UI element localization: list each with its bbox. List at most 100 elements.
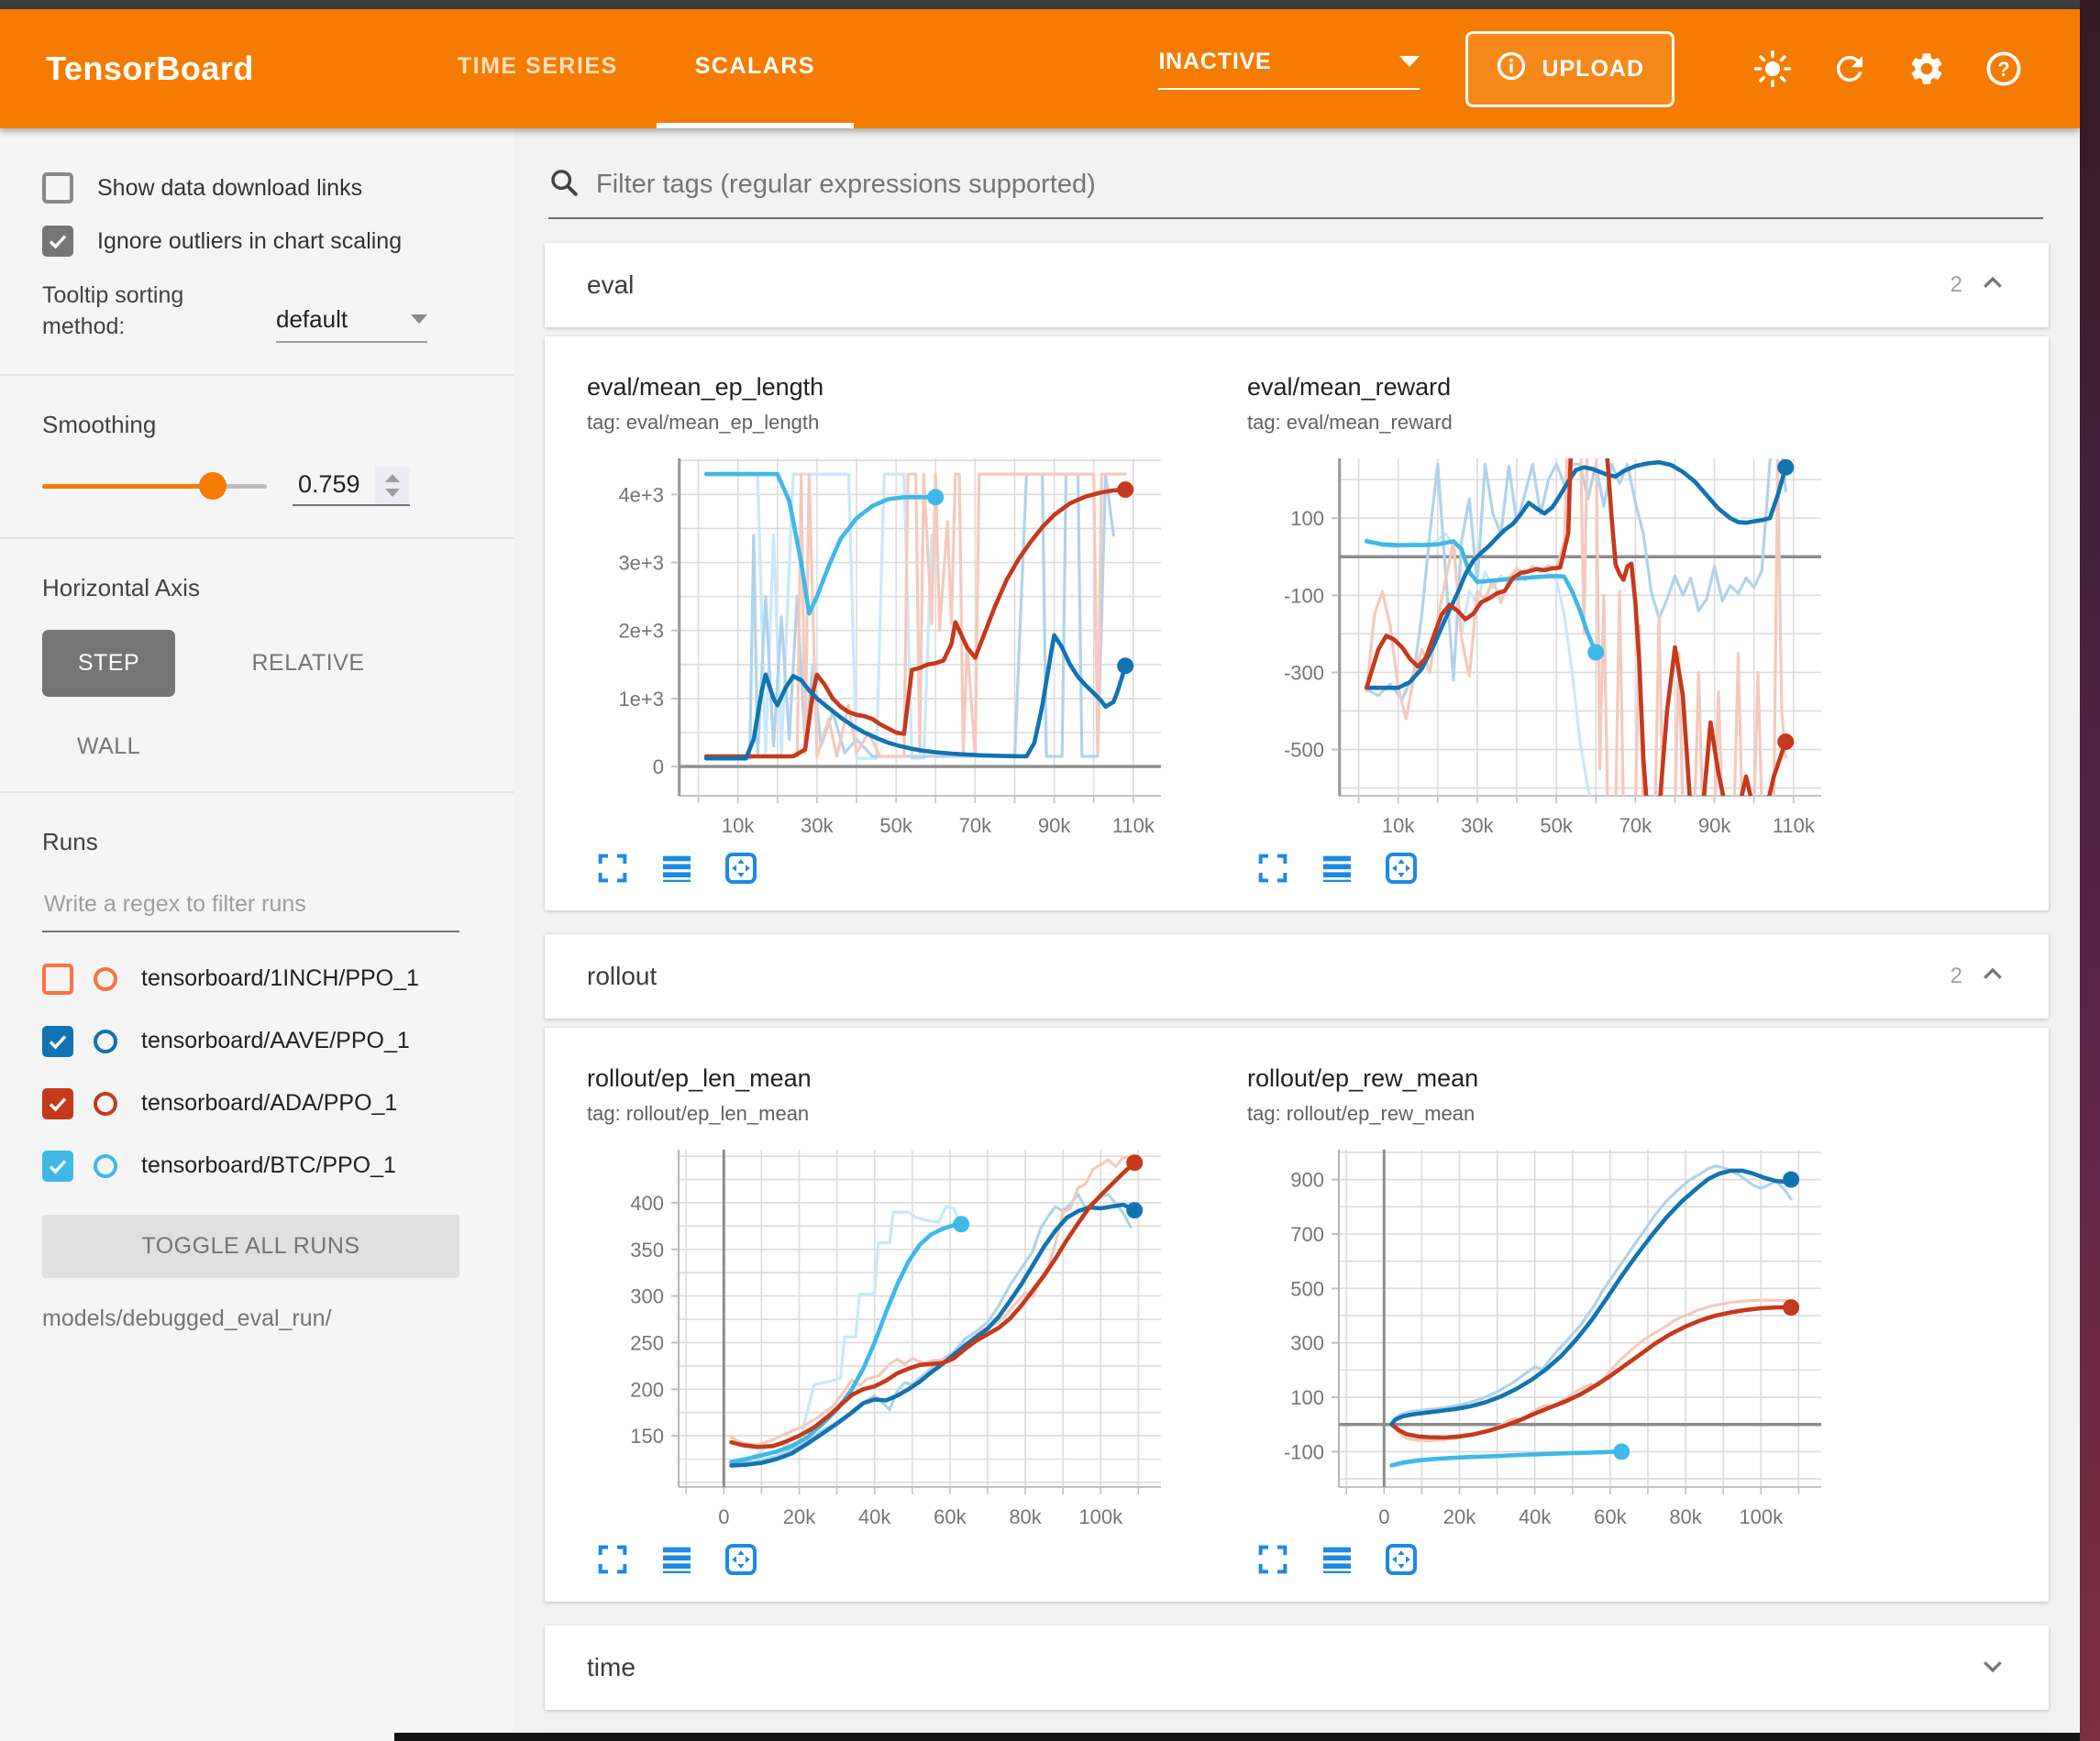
checkbox-label: Show data download links xyxy=(97,175,362,202)
section-count: 2 xyxy=(1951,964,1962,989)
run-checkbox[interactable] xyxy=(42,1088,73,1119)
upload-button[interactable]: UPLOAD xyxy=(1465,31,1674,107)
stepper-up-icon[interactable] xyxy=(385,474,400,482)
chart-card-eval-mean-ep-length: eval/mean_ep_length tag: eval/mean_ep_le… xyxy=(587,373,1174,887)
section-header-time[interactable]: time xyxy=(545,1625,2049,1710)
tooltip-sorting-select[interactable]: default xyxy=(276,305,427,343)
svg-text:-100: -100 xyxy=(1284,1440,1324,1463)
chart-tag: tag: rollout/ep_rew_mean xyxy=(1247,1102,1834,1126)
svg-text:1e+3: 1e+3 xyxy=(618,688,664,711)
runs-list-icon[interactable] xyxy=(658,1541,695,1578)
section-header-eval[interactable]: eval 2 xyxy=(545,243,2049,327)
smoothing-section: Smoothing xyxy=(0,374,514,537)
svg-text:40k: 40k xyxy=(1519,1505,1552,1528)
haxis-step-button[interactable]: STEP xyxy=(42,630,175,697)
chevron-down-icon xyxy=(1399,56,1420,67)
run-row[interactable]: tensorboard/AAVE/PPO_1 xyxy=(42,1026,514,1057)
svg-text:70k: 70k xyxy=(1619,814,1652,837)
toggle-all-runs-button[interactable]: TOGGLE ALL RUNS xyxy=(42,1215,459,1278)
smoothing-input[interactable] xyxy=(293,467,375,504)
runs-filter-input[interactable] xyxy=(42,884,459,932)
section-header-rollout[interactable]: rollout 2 xyxy=(545,934,2049,1019)
desktop-background-strip xyxy=(2080,0,2100,1741)
svg-text:80k: 80k xyxy=(1009,1505,1042,1528)
run-row[interactable]: tensorboard/BTC/PPO_1 xyxy=(42,1151,514,1182)
fit-domain-icon[interactable] xyxy=(1383,850,1420,887)
haxis-relative-button[interactable]: RELATIVE xyxy=(226,650,391,677)
tag-filter-input[interactable] xyxy=(596,170,2043,200)
svg-text:-500: -500 xyxy=(1284,739,1324,762)
chevron-up-icon[interactable] xyxy=(1979,961,2006,993)
runs-list-icon[interactable] xyxy=(1319,850,1355,887)
chevron-up-icon[interactable] xyxy=(1979,270,2006,302)
status-dropdown[interactable]: INACTIVE xyxy=(1158,49,1420,90)
stepper-down-icon[interactable] xyxy=(385,489,400,497)
chart-tag: tag: eval/mean_reward xyxy=(1247,411,1834,435)
chart-title: eval/mean_ep_length xyxy=(587,373,1174,402)
smoothing-label: Smoothing xyxy=(42,411,514,439)
svg-text:300: 300 xyxy=(1290,1332,1324,1355)
haxis-wall-button[interactable]: WALL xyxy=(42,733,175,760)
checkbox-icon[interactable] xyxy=(42,172,73,204)
fit-domain-icon[interactable] xyxy=(723,1541,759,1578)
show-download-links-checkbox[interactable]: Show data download links xyxy=(42,172,514,204)
tab-time-series[interactable]: TIME SERIES xyxy=(419,9,657,128)
tooltip-sorting-row: Tooltip sorting method: default xyxy=(42,281,514,343)
chart-card-eval-mean-reward: eval/mean_reward tag: eval/mean_reward 1… xyxy=(1247,373,1834,887)
checkbox-icon[interactable] xyxy=(42,226,73,257)
svg-text:110k: 110k xyxy=(1773,814,1816,837)
run-color-swatch xyxy=(94,1092,117,1116)
brightness-icon[interactable] xyxy=(1752,48,1794,90)
chart-plot[interactable]: -100100300500700900020k40k60k80k100k xyxy=(1247,1139,1834,1539)
svg-text:700: 700 xyxy=(1290,1223,1324,1246)
chart-card-rollout-ep-len-mean: rollout/ep_len_mean tag: rollout/ep_len_… xyxy=(587,1064,1174,1578)
run-row[interactable]: tensorboard/ADA/PPO_1 xyxy=(42,1088,514,1119)
tooltip-sorting-value: default xyxy=(276,305,348,334)
expand-chart-icon[interactable] xyxy=(1254,850,1291,887)
run-checkbox[interactable] xyxy=(42,1026,73,1057)
svg-text:90k: 90k xyxy=(1698,814,1731,837)
runs-list-icon[interactable] xyxy=(658,850,695,887)
section-body-eval: eval/mean_ep_length tag: eval/mean_ep_le… xyxy=(545,336,2049,910)
svg-text:-100: -100 xyxy=(1284,584,1324,607)
chart-plot[interactable]: 150200250300350400020k40k60k80k100k xyxy=(587,1139,1174,1539)
ignore-outliers-checkbox[interactable]: Ignore outliers in chart scaling xyxy=(42,226,514,257)
run-label: tensorboard/AAVE/PPO_1 xyxy=(141,1028,410,1054)
chart-title: eval/mean_reward xyxy=(1247,373,1834,402)
run-row[interactable]: tensorboard/1INCH/PPO_1 xyxy=(42,964,514,995)
svg-text:-300: -300 xyxy=(1284,661,1324,684)
run-checkbox[interactable] xyxy=(42,1151,73,1182)
chart-plot[interactable]: 100-100-300-50010k30k50k70k90k110k xyxy=(1247,447,1834,848)
fit-domain-icon[interactable] xyxy=(1383,1541,1420,1578)
sidebar-general-settings: Show data download links Ignore outliers… xyxy=(0,172,514,374)
runs-list-icon[interactable] xyxy=(1319,1541,1355,1578)
slider-thumb[interactable] xyxy=(199,472,227,500)
fit-domain-icon[interactable] xyxy=(723,850,759,887)
settings-gear-icon[interactable] xyxy=(1906,48,1948,90)
chevron-down-icon[interactable] xyxy=(1979,1652,2006,1684)
expand-chart-icon[interactable] xyxy=(594,1541,631,1578)
runs-label: Runs xyxy=(42,828,514,856)
refresh-icon[interactable] xyxy=(1829,48,1871,90)
smoothing-slider[interactable] xyxy=(42,484,267,489)
section-body-rollout: rollout/ep_len_mean tag: rollout/ep_len_… xyxy=(545,1028,2049,1602)
runs-logdir-text: models/debugged_eval_run/ xyxy=(42,1306,514,1332)
svg-text:60k: 60k xyxy=(934,1505,967,1528)
section-count: 2 xyxy=(1951,272,1962,298)
chart-plot[interactable]: 01e+32e+33e+34e+310k30k50k70k90k110k xyxy=(587,447,1174,848)
chart-title: rollout/ep_len_mean xyxy=(587,1064,1174,1093)
run-checkbox[interactable] xyxy=(42,964,73,995)
search-icon xyxy=(548,167,580,203)
expand-chart-icon[interactable] xyxy=(594,850,631,887)
svg-text:100k: 100k xyxy=(1078,1505,1123,1528)
expand-chart-icon[interactable] xyxy=(1254,1541,1291,1578)
smoothing-numbox xyxy=(293,467,410,506)
run-label: tensorboard/ADA/PPO_1 xyxy=(141,1090,397,1117)
tab-scalars[interactable]: SCALARS xyxy=(657,9,854,128)
svg-text:80k: 80k xyxy=(1669,1505,1702,1528)
help-icon[interactable]: ? xyxy=(1983,48,2025,90)
svg-text:100: 100 xyxy=(1290,507,1324,530)
smoothing-stepper[interactable] xyxy=(375,467,410,504)
svg-text:90k: 90k xyxy=(1038,814,1071,837)
info-icon xyxy=(1496,50,1527,88)
